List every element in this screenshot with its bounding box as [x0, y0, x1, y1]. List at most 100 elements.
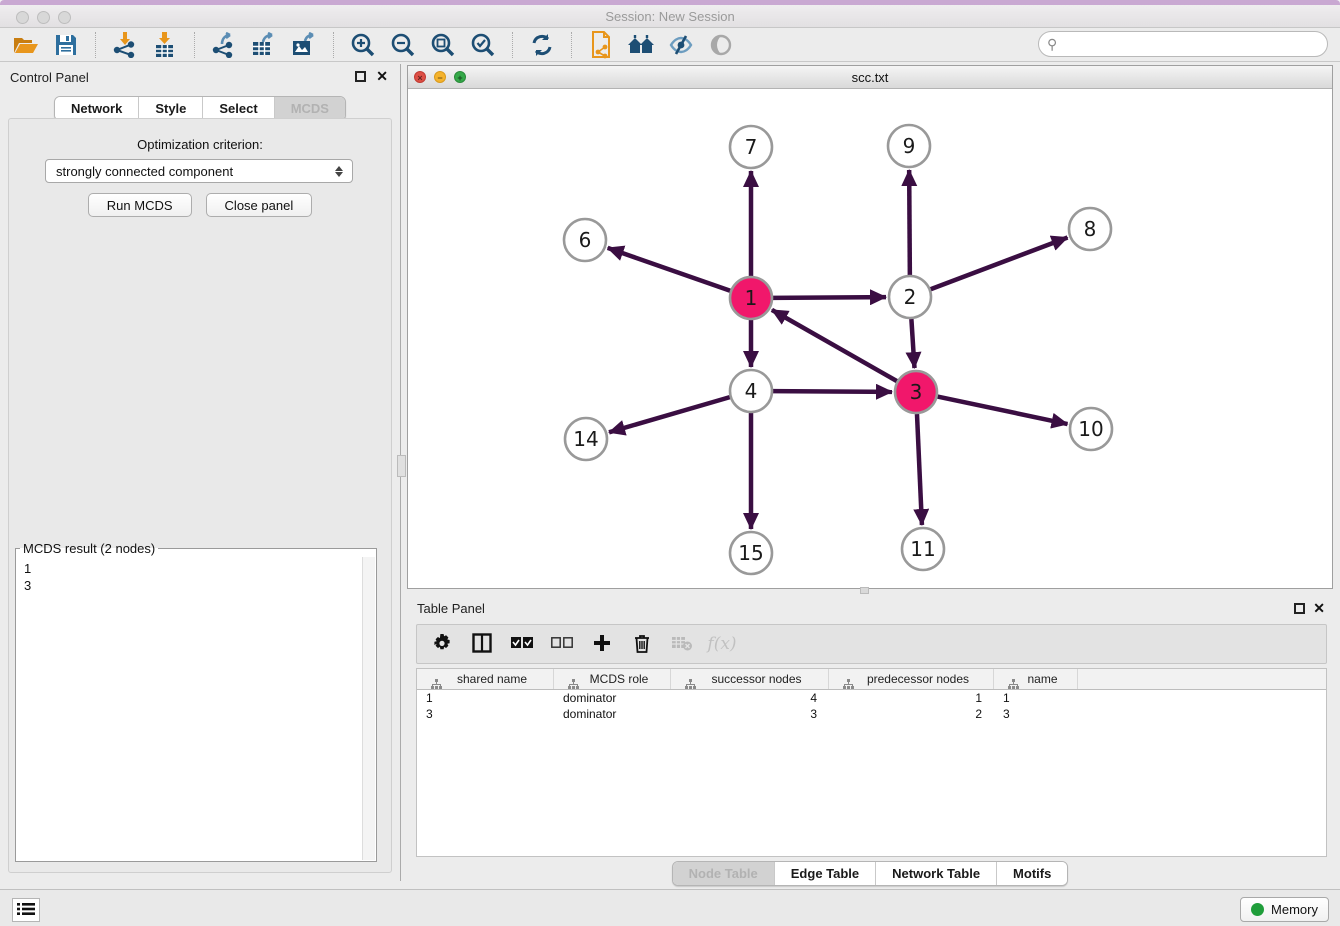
network-window-titlebar: × − + scc.txt: [408, 66, 1332, 89]
run-mcds-button[interactable]: Run MCDS: [88, 193, 192, 217]
cell-predecessor-nodes[interactable]: 1: [829, 690, 994, 706]
zoom-selected-button[interactable]: [463, 30, 503, 60]
cell-shared-name[interactable]: 1: [417, 690, 554, 706]
column-header-shared-name[interactable]: shared name: [417, 669, 554, 689]
column-header-successor-nodes[interactable]: successor nodes: [671, 669, 829, 689]
graph-edge-1-2[interactable]: [773, 297, 886, 298]
close-panel-button[interactable]: Close panel: [206, 193, 313, 217]
main-toolbar: ⚲: [0, 28, 1340, 62]
table-tab-edge-table[interactable]: Edge Table: [775, 862, 876, 885]
table-tab-motifs[interactable]: Motifs: [997, 862, 1067, 885]
vertical-splitter-handle[interactable]: [397, 455, 406, 477]
graph-edge-3-1[interactable]: [772, 310, 897, 381]
table-settings-button[interactable]: [429, 631, 455, 657]
apply-layout-button[interactable]: [522, 30, 562, 60]
tab-network[interactable]: Network: [55, 97, 139, 120]
zoom-out-button[interactable]: [383, 30, 423, 60]
graph-node-label-11: 11: [910, 537, 935, 561]
export-image-button[interactable]: [284, 30, 324, 60]
home-button[interactable]: [621, 30, 661, 60]
deselect-all-columns-button[interactable]: [549, 631, 575, 657]
optimization-criterion-label: Optimization criterion:: [9, 137, 391, 152]
mcds-result-box: MCDS result (2 nodes) 1 3: [15, 541, 377, 862]
horizontal-splitter-handle[interactable]: [860, 587, 869, 594]
zoom-fit-icon: [430, 32, 456, 58]
column-header-label: predecessor nodes: [853, 672, 969, 686]
criterion-select[interactable]: strongly connected component: [45, 159, 353, 183]
zoom-in-icon: [350, 32, 376, 58]
search-input[interactable]: [1063, 34, 1317, 54]
open-folder-icon: [13, 34, 39, 56]
export-network-icon: [212, 32, 236, 58]
network-file-icon: [589, 31, 613, 59]
show-panel-button-disabled: [701, 30, 741, 60]
export-network-button[interactable]: [204, 30, 244, 60]
graph-edge-1-6[interactable]: [608, 248, 731, 291]
tab-select[interactable]: Select: [203, 97, 274, 120]
cell-MCDS-role[interactable]: dominator: [554, 706, 671, 722]
graph-node-label-7: 7: [745, 135, 758, 159]
table-row-1[interactable]: 1dominator411: [417, 690, 1326, 706]
close-panel-icon[interactable]: ✕: [376, 68, 388, 84]
cell-successor-nodes[interactable]: 4: [671, 690, 829, 706]
column-header-name[interactable]: name: [994, 669, 1078, 689]
zoom-in-button[interactable]: [343, 30, 383, 60]
graph-node-label-14: 14: [573, 427, 598, 451]
graph-edge-4-14[interactable]: [609, 397, 730, 432]
network-view-window: × − + scc.txt 7968124314101511: [407, 65, 1333, 589]
float-table-panel-icon[interactable]: [1294, 603, 1305, 614]
open-session-button[interactable]: [6, 30, 46, 60]
cell-shared-name[interactable]: 3: [417, 706, 554, 722]
network-canvas[interactable]: 7968124314101511: [408, 89, 1332, 588]
graph-edge-2-3[interactable]: [911, 319, 914, 368]
close-table-panel-icon[interactable]: ✕: [1313, 600, 1325, 616]
toolbar-separator: [333, 32, 334, 58]
graph-node-label-6: 6: [579, 228, 592, 252]
graph-edge-2-9[interactable]: [909, 170, 910, 275]
graph-node-label-8: 8: [1084, 217, 1097, 241]
show-panels-list-button[interactable]: [12, 898, 40, 922]
export-table-button[interactable]: [244, 30, 284, 60]
graph-edge-3-11[interactable]: [917, 414, 922, 525]
table-tabs: Node TableEdge TableNetwork TableMotifs: [672, 861, 1069, 886]
cell-name[interactable]: 3: [994, 706, 1078, 722]
graph-node-label-1: 1: [745, 286, 758, 310]
save-session-button[interactable]: [46, 30, 86, 60]
column-header-MCDS-role[interactable]: MCDS role: [554, 669, 671, 689]
column-header-label: successor nodes: [697, 672, 801, 686]
graph-edge-2-8[interactable]: [931, 237, 1068, 289]
delete-table-button-disabled: [669, 631, 695, 657]
column-layout-button[interactable]: [469, 631, 495, 657]
cell-successor-nodes[interactable]: 3: [671, 706, 829, 722]
delete-column-button[interactable]: [629, 631, 655, 657]
table-tab-network-table[interactable]: Network Table: [876, 862, 997, 885]
unchecked-boxes-icon: [551, 637, 573, 652]
import-network-button[interactable]: [105, 30, 145, 60]
control-panel: Control Panel ✕ NetworkStyleSelectMCDS O…: [0, 64, 401, 881]
search-field[interactable]: ⚲: [1038, 31, 1328, 57]
trash-icon: [633, 633, 651, 656]
import-table-button[interactable]: [145, 30, 185, 60]
select-stepper-icon: [332, 166, 346, 177]
float-panel-icon[interactable]: [355, 71, 366, 82]
memory-button[interactable]: Memory: [1240, 897, 1329, 922]
table-row-2[interactable]: 3dominator323: [417, 706, 1326, 722]
table-panel: Table Panel ✕ f(x) shared nameMCDS roles: [407, 596, 1333, 889]
table-toolbar: f(x): [416, 624, 1327, 664]
cell-predecessor-nodes[interactable]: 2: [829, 706, 994, 722]
graph-edge-4-3[interactable]: [773, 391, 892, 392]
cell-name[interactable]: 1: [994, 690, 1078, 706]
column-header-predecessor-nodes[interactable]: predecessor nodes: [829, 669, 994, 689]
graph-node-label-10: 10: [1078, 417, 1103, 441]
graph-edge-3-10[interactable]: [938, 397, 1068, 424]
table-tab-node-table[interactable]: Node Table: [673, 862, 775, 885]
result-scrollbar[interactable]: [362, 557, 375, 860]
hide-panel-button[interactable]: [661, 30, 701, 60]
tab-style[interactable]: Style: [139, 97, 203, 120]
create-column-button[interactable]: [589, 631, 615, 657]
cell-MCDS-role[interactable]: dominator: [554, 690, 671, 706]
tab-mcds[interactable]: MCDS: [275, 97, 345, 120]
zoom-fit-button[interactable]: [423, 30, 463, 60]
new-network-from-file-button[interactable]: [581, 30, 621, 60]
select-all-columns-button[interactable]: [509, 631, 535, 657]
